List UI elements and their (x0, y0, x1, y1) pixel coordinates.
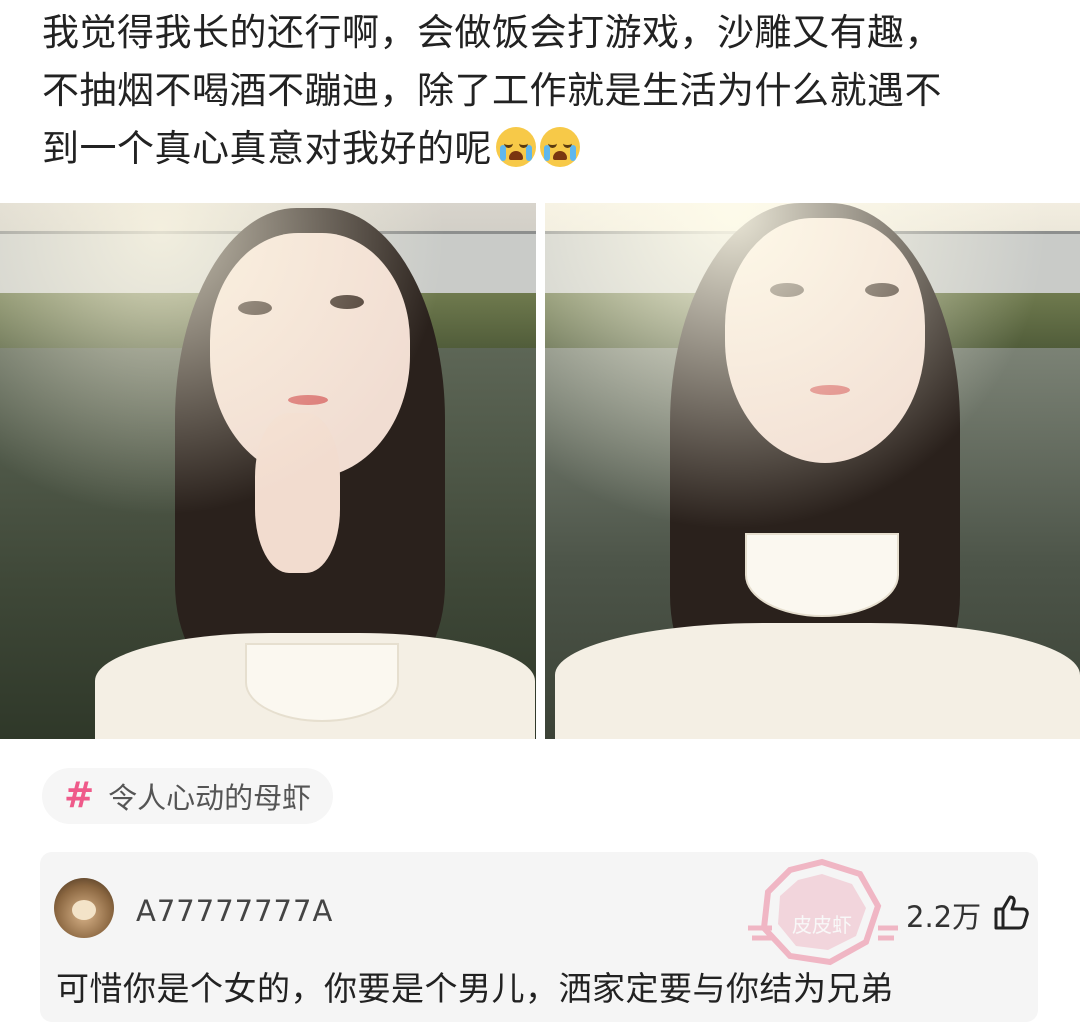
comment-text: 可惜你是个女的，你要是个男儿，洒家定要与你结为兄弟 (56, 969, 894, 1008)
post-line-3-text: 到一个真心真意对我好的呢 (42, 127, 492, 170)
post-line-1: 我觉得我长的还行啊，会做饭会打游戏，沙雕又有趣， (42, 11, 942, 54)
watermark-text: 皮皮虾 (792, 913, 852, 937)
watermark-stamp: 皮皮虾 (748, 858, 898, 966)
post-line-3: 到一个真心真意对我好的呢 (42, 120, 1052, 178)
thumbs-up-icon[interactable] (992, 892, 1032, 932)
photo-right[interactable] (545, 203, 1080, 739)
post-line-2: 不抽烟不喝酒不蹦迪，除了工作就是生活为什么就遇不 (42, 69, 942, 112)
avatar[interactable] (54, 878, 114, 938)
crying-face-icon (540, 127, 580, 167)
hashtag-icon: # (64, 775, 95, 816)
comment-username[interactable]: A77777777A (136, 894, 333, 928)
post-text: 我觉得我长的还行啊，会做饭会打游戏，沙雕又有趣， 不抽烟不喝酒不蹦迪，除了工作就… (42, 4, 1052, 178)
photo-left[interactable] (0, 203, 536, 739)
crying-face-icon (496, 127, 536, 167)
topic-tag-label: 令人心动的母虾 (108, 781, 312, 815)
topic-tag[interactable]: # 令人心动的母虾 (42, 768, 334, 824)
like-count: 2.2万 (906, 900, 982, 934)
